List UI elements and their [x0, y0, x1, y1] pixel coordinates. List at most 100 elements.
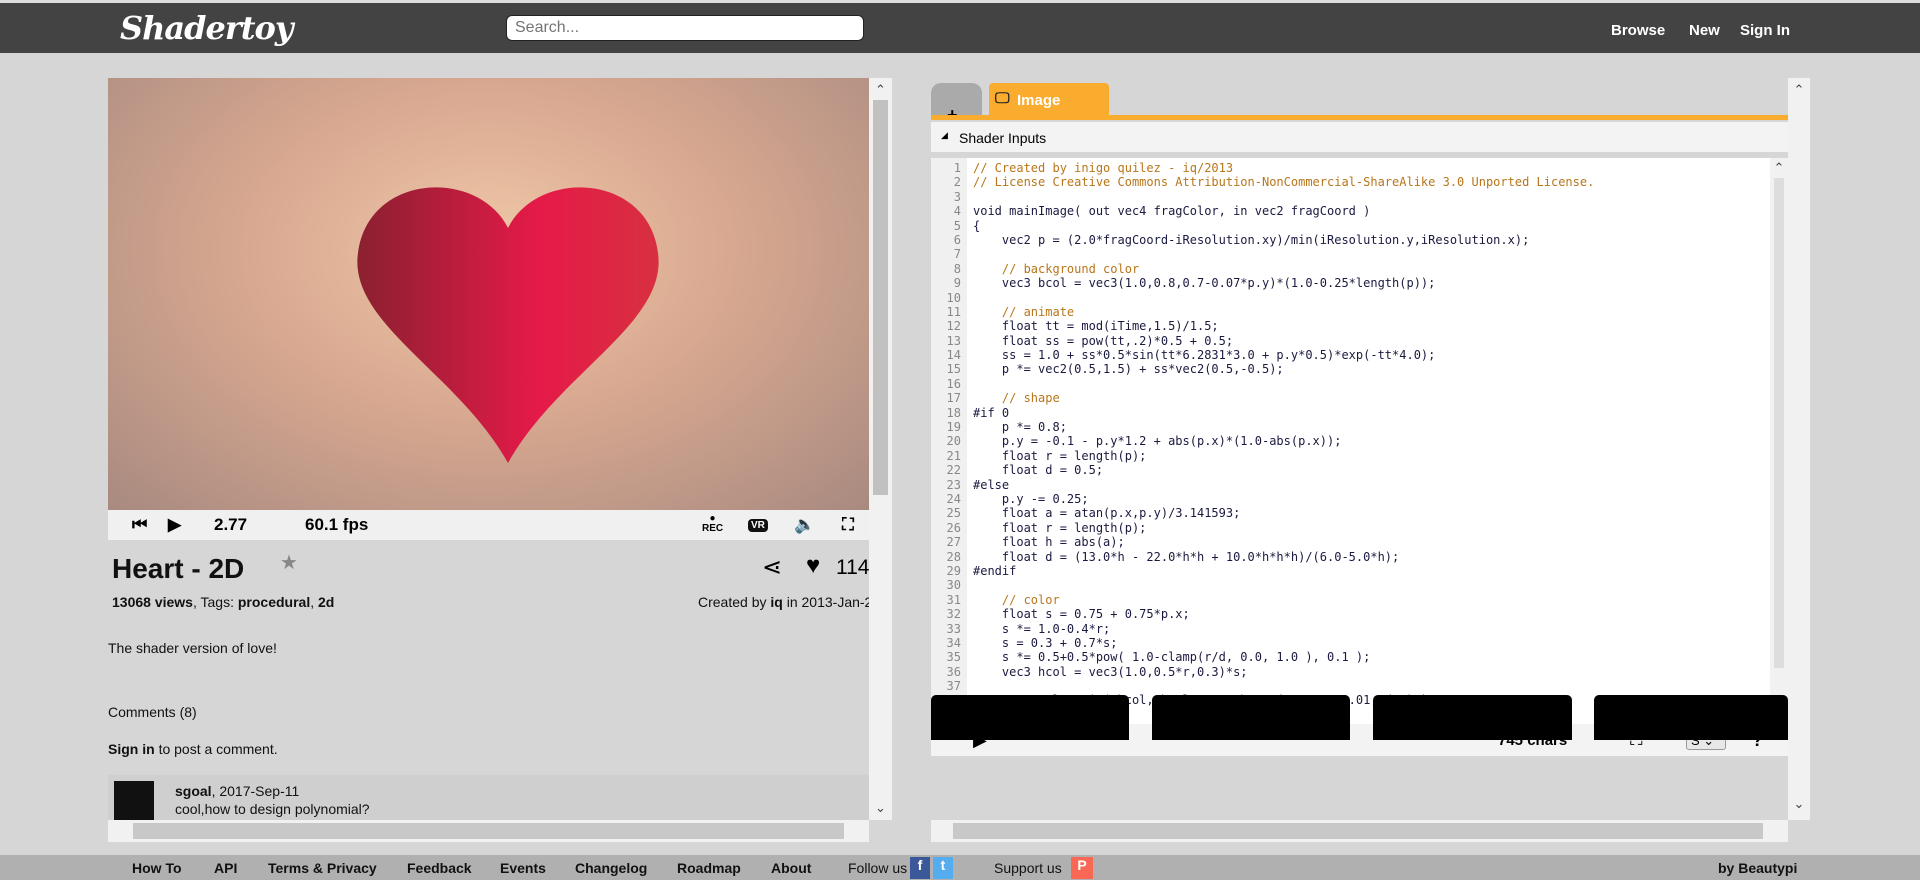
left-vertical-scrollbar[interactable]: ⌃ ⌄: [869, 78, 892, 820]
input-channel-3[interactable]: [1594, 695, 1788, 740]
footer-link-about[interactable]: About: [771, 860, 811, 876]
input-channel-1[interactable]: [1152, 695, 1350, 740]
tab-image-label: Image: [1017, 92, 1061, 109]
player-panel: ⏮ ▶ 2.77 60.1 fps ● REC VR 🔈 ⛶: [108, 78, 869, 540]
line-number: 24: [946, 491, 961, 506]
shader-canvas[interactable]: [108, 78, 869, 510]
code-line-text: p *= 0.8;: [973, 420, 1067, 435]
line-number: 22: [946, 463, 961, 478]
play-icon[interactable]: ▶: [168, 515, 181, 535]
line-number: 17: [946, 391, 961, 406]
code-line: 30: [931, 578, 1594, 592]
nav-browse[interactable]: Browse: [1611, 22, 1665, 39]
line-number: 26: [946, 520, 961, 535]
code-line-text: // animate: [973, 304, 1075, 319]
add-tab-button[interactable]: +: [931, 83, 982, 125]
shader-inputs-toggle[interactable]: ◢ Shader Inputs: [931, 122, 1788, 152]
top-bar: Shadertoy Browse New Sign In: [0, 0, 1920, 53]
footer-link-events[interactable]: Events: [500, 860, 546, 876]
code-line: 12 float tt = mod(iTime,1.5)/1.5;: [931, 319, 1594, 333]
input-channel-0[interactable]: [931, 695, 1129, 740]
code-line: 9 vec3 bcol = vec3(1.0,0.8,0.7-0.07*p.y)…: [931, 276, 1594, 290]
left-horizontal-scrollbar[interactable]: [108, 820, 869, 842]
share-icon[interactable]: ⋖: [762, 553, 782, 582]
code-line: 2 // License Creative Commons Attribution…: [931, 175, 1595, 189]
code-line: 10: [931, 291, 1594, 305]
code-line: 20 p.y = -0.1 - p.y*1.2 + abs(p.x)*(1.0-…: [931, 434, 1594, 448]
code-line-text: void mainImage( out vec4 fragColor, in v…: [973, 204, 1371, 219]
code-line: 3: [931, 190, 1594, 204]
vr-button[interactable]: VR: [748, 518, 768, 532]
follow-label: Follow us: [848, 860, 908, 876]
right-vertical-scrollbar[interactable]: ⌃ ⌄: [1788, 78, 1810, 820]
line-number: 1: [953, 161, 961, 175]
code-line-text: vec2 p = (2.0*fragCoord-iResolution.xy)/…: [973, 232, 1530, 247]
code-line: 34 s = 0.3 + 0.7*s;: [931, 636, 1594, 650]
nav-sign-in[interactable]: Sign In: [1740, 22, 1790, 39]
line-number: 27: [946, 535, 961, 550]
code-line: 6 vec2 p = (2.0*fragCoord-iResolution.xy…: [931, 233, 1594, 247]
like-count: 114: [836, 556, 869, 579]
code-line-text: ss = 1.0 + ss*0.5*sin(tt*6.2831*3.0 + p.…: [973, 348, 1436, 363]
code-line: 18 #if 0: [931, 406, 1594, 420]
shader-stats: 13068 views, Tags: procedural, 2d: [112, 594, 335, 610]
volume-icon[interactable]: 🔈: [794, 515, 815, 535]
fullscreen-icon[interactable]: ⛶: [842, 515, 854, 535]
comment-meta: sgoal, 2017-Sep-11: [175, 783, 299, 799]
line-number: 16: [946, 376, 961, 391]
facebook-icon[interactable]: f: [910, 857, 930, 879]
input-channel-2[interactable]: [1373, 695, 1572, 740]
footer-link-api[interactable]: API: [214, 860, 237, 876]
code-editor[interactable]: 1 // Created by inigo quilez - iq/2013 2 //…: [931, 158, 1788, 724]
right-horizontal-scrollbar[interactable]: [931, 820, 1788, 842]
code-line-text: float h = abs(a);: [973, 535, 1125, 550]
tag-link[interactable]: 2d: [318, 594, 334, 610]
code-line-text: #if 0: [973, 405, 1010, 420]
code-line-text: p *= vec2(0.5,1.5) + ss*vec2(0.5,-0.5);: [973, 362, 1284, 377]
code-line: 1 // Created by inigo quilez - iq/2013: [931, 161, 1594, 175]
code-line-text: s = 0.3 + 0.7*s;: [973, 635, 1118, 650]
code-line: 13 float ss = pow(tt,.2)*0.5 + 0.5;: [931, 334, 1594, 348]
code-line: 15 p *= vec2(0.5,1.5) + ss*vec2(0.5,-0.5…: [931, 362, 1594, 376]
code-scrollbar[interactable]: ⌃⌄: [1770, 158, 1788, 724]
favorite-star-icon[interactable]: ★: [280, 550, 298, 575]
nav-new[interactable]: New: [1689, 22, 1720, 39]
shader-description: The shader version of love!: [108, 640, 277, 656]
footer-link-terms[interactable]: Terms & Privacy: [268, 860, 377, 876]
code-line-text: {: [973, 218, 981, 233]
line-number: 31: [946, 592, 961, 607]
code-line-text: // background color: [973, 261, 1140, 276]
comment-user[interactable]: sgoal: [175, 783, 212, 799]
created-date: 2013-Jan-2: [801, 594, 869, 610]
tab-image[interactable]: 🖵 Image: [989, 83, 1109, 117]
code-line: 21 float r = length(p);: [931, 449, 1594, 463]
footer-link-how-to[interactable]: How To: [132, 860, 182, 876]
footer-link-feedback[interactable]: Feedback: [407, 860, 472, 876]
line-number: 19: [946, 420, 961, 435]
line-number: 13: [946, 333, 961, 348]
patreon-icon[interactable]: P: [1071, 857, 1093, 879]
twitter-icon[interactable]: t: [933, 857, 953, 879]
date-prefix: in: [786, 594, 798, 610]
author-link[interactable]: iq: [770, 594, 782, 610]
tags-label: Tags:: [200, 594, 234, 610]
shader-inputs-label: Shader Inputs: [959, 130, 1047, 146]
code-line: 16: [931, 377, 1594, 391]
line-number: 29: [946, 563, 961, 578]
line-number: 37: [946, 679, 961, 694]
code-line-text: float r = length(p);: [973, 520, 1147, 535]
line-number: 8: [953, 261, 961, 276]
code-line-text: // color: [973, 592, 1060, 607]
sign-in-link[interactable]: Sign in: [108, 741, 155, 757]
footer-link-roadmap[interactable]: Roadmap: [677, 860, 741, 876]
logo[interactable]: Shadertoy: [120, 9, 293, 47]
line-number: 7: [953, 247, 961, 262]
record-button[interactable]: ● REC: [702, 514, 723, 534]
footer-link-changelog[interactable]: Changelog: [575, 860, 647, 876]
tag-link[interactable]: procedural: [238, 594, 310, 610]
like-heart-icon[interactable]: ♥: [806, 552, 820, 580]
code-line-text: float s = 0.75 + 0.75*p.x;: [973, 607, 1190, 622]
search-input[interactable]: [506, 15, 864, 41]
code-lines: 1 // Created by inigo quilez - iq/2013 2 //…: [931, 161, 1595, 722]
rewind-icon[interactable]: ⏮: [132, 515, 147, 535]
